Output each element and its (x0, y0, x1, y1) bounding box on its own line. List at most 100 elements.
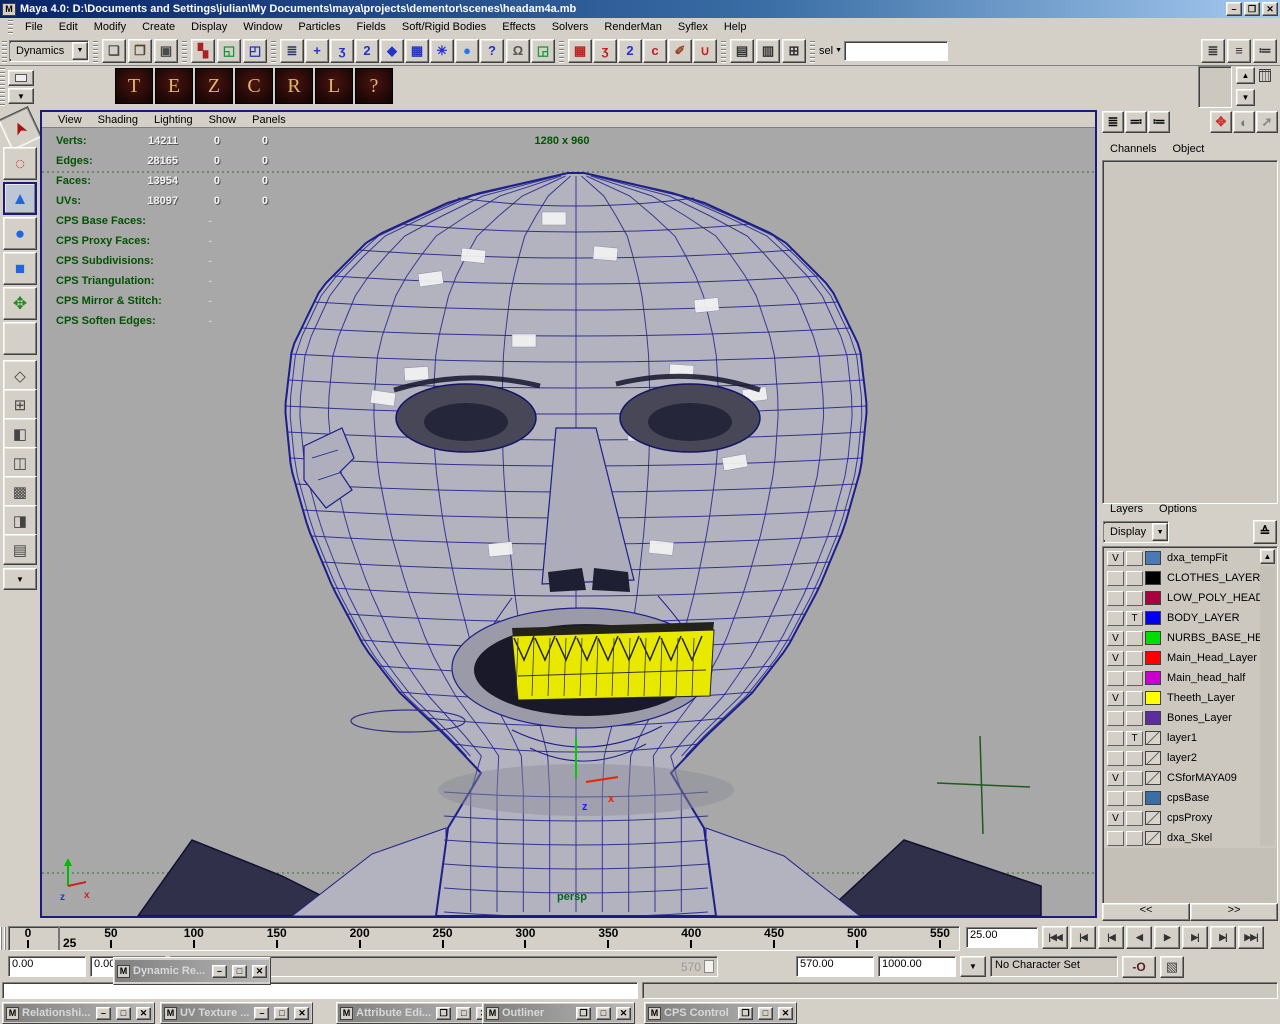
layer-visibility-toggle[interactable] (1107, 611, 1124, 626)
open-scene-icon[interactable]: ❒ (128, 39, 152, 63)
menu-item[interactable]: Help (716, 20, 755, 34)
shelf-scroll-up-button[interactable]: ▲ (1236, 67, 1255, 84)
layer-type-toggle[interactable] (1126, 671, 1143, 686)
character-set-field[interactable]: No Character Set (990, 956, 1118, 977)
set-key-icon[interactable]: -O (1122, 956, 1156, 978)
layer-row[interactable]: LOW_POLY_HEAD (1104, 588, 1276, 608)
menu-item[interactable]: RenderMan (596, 20, 669, 34)
panel-menu-item[interactable]: Show (201, 113, 245, 127)
magnet-icon[interactable]: ∪ (693, 39, 717, 63)
layer-type-toggle[interactable] (1126, 711, 1143, 726)
viewport-canvas[interactable]: xzzx 1280 x 960 Verts: 14211 0 0 Edges: … (42, 128, 1095, 916)
step-back-key-button[interactable]: |◀ (1098, 926, 1124, 949)
layer-name[interactable]: cpsBase (1163, 792, 1209, 804)
layer-color-swatch[interactable] (1145, 551, 1161, 565)
playback-end-field[interactable]: 570.00 (796, 956, 874, 977)
animation-start-field[interactable]: 0.00 (8, 956, 86, 977)
layout-single-pane-icon[interactable]: ◇ (3, 360, 37, 391)
shelf-button[interactable]: ? (355, 68, 393, 104)
layer-color-swatch[interactable] (1145, 631, 1161, 645)
step-forward-key-button[interactable]: ▶| (1182, 926, 1208, 949)
layer-visibility-toggle[interactable] (1107, 671, 1124, 686)
restore-button[interactable]: – (254, 1007, 269, 1020)
layer-row[interactable]: V cpsProxy (1104, 808, 1276, 828)
layer-type-toggle[interactable] (1126, 691, 1143, 706)
minimized-window-cps-control[interactable]: MCPS Control❐□✕ (644, 1002, 797, 1024)
panel-menu-item[interactable]: Lighting (146, 113, 201, 127)
layer-color-swatch[interactable] (1145, 791, 1161, 805)
layer-type-toggle[interactable] (1126, 751, 1143, 766)
channelbox-layout-1-icon[interactable]: ≣ (1102, 111, 1124, 133)
shelf-button[interactable]: R (275, 68, 313, 104)
menu-item[interactable]: File (17, 20, 51, 34)
toolbar-separator[interactable] (810, 39, 815, 63)
shelf-menu-button[interactable]: ▼ (8, 88, 34, 104)
paint-magnet-icon[interactable]: ✐ (668, 39, 692, 63)
select-component-icon[interactable]: ◰ (243, 39, 267, 63)
layer-visibility-toggle[interactable] (1107, 591, 1124, 606)
select-object-icon[interactable]: ◱ (217, 39, 241, 63)
make-live-icon[interactable]: ▦ (405, 39, 429, 63)
layer-type-toggle[interactable] (1126, 591, 1143, 606)
show-manipulator-tool-icon[interactable]: ✥ (3, 287, 37, 320)
character-set-dropdown-icon[interactable]: ▼ (960, 956, 986, 977)
layer-color-swatch[interactable] (1145, 591, 1161, 605)
menu-item[interactable]: Particles (290, 20, 348, 34)
show-channel-box-icon[interactable]: ≔ (1253, 39, 1277, 63)
toolbar-separator[interactable] (93, 39, 98, 63)
maximize-button[interactable]: □ (274, 1007, 289, 1020)
input-connections-icon[interactable]: ● (455, 39, 479, 63)
menu-item[interactable]: Soft/Rigid Bodies (394, 20, 494, 34)
layer-row[interactable]: layer2 (1104, 748, 1276, 768)
layer-row[interactable]: V CSforMAYA09 (1104, 768, 1276, 788)
window-title-bar[interactable]: M Maya 4.0: D:\Documents and Settings\ju… (0, 0, 1280, 18)
layer-row[interactable]: Bones_Layer (1104, 708, 1276, 728)
maximize-button[interactable]: □ (116, 1007, 131, 1020)
shelf-button[interactable]: Z (195, 68, 233, 104)
layer-type-toggle[interactable]: T (1126, 731, 1143, 746)
snap-align-icon[interactable]: ≣ (280, 39, 304, 63)
perspective-viewport[interactable]: ViewShadingLightingShowPanels xzzx 1280 … (40, 110, 1097, 918)
minimize-button[interactable]: – (212, 965, 227, 978)
move-tool-icon[interactable]: ▲ (3, 182, 37, 215)
layer-row[interactable]: Main_head_half (1104, 668, 1276, 688)
panel-menu-item[interactable]: View (50, 113, 90, 127)
layer-row[interactable]: V NURBS_BASE_HE. (1104, 628, 1276, 648)
snap-point-icon[interactable]: 2 (355, 39, 379, 63)
show-attribute-editor-icon[interactable]: ≣ (1201, 39, 1225, 63)
menu-set-selector[interactable]: Dynamics ▼ (9, 40, 89, 62)
chevron-down-icon[interactable]: ▼ (72, 42, 88, 60)
layer-visibility-toggle[interactable] (1107, 571, 1124, 586)
layout-persp-graph-icon[interactable]: ◫ (3, 447, 37, 478)
layer-name[interactable]: cpsProxy (1163, 812, 1212, 824)
current-frame-marker[interactable] (58, 927, 60, 950)
layer-visibility-toggle[interactable]: V (1107, 651, 1124, 666)
close-button[interactable]: ✕ (294, 1007, 309, 1020)
auto-key-icon[interactable]: ▧ (1160, 956, 1184, 978)
c-dot-icon[interactable]: c (643, 39, 667, 63)
layer-mode-selector[interactable]: Display ▼ (1103, 521, 1169, 543)
arrow-manipulator-icon[interactable]: ➚ (1256, 111, 1278, 133)
layer-color-swatch[interactable] (1145, 731, 1161, 745)
close-button[interactable]: ✕ (252, 965, 267, 978)
render-globals-icon[interactable]: ⊞ (782, 39, 806, 63)
layer-visibility-toggle[interactable]: V (1107, 631, 1124, 646)
range-bar-handle[interactable] (704, 960, 714, 973)
layer-type-toggle[interactable] (1126, 791, 1143, 806)
minimized-window-uv-texture-[interactable]: MUV Texture ...–□✕ (160, 1002, 313, 1024)
panel-menu-item[interactable]: Panels (244, 113, 294, 127)
layer-menu-item[interactable]: Layers (1102, 502, 1151, 518)
panel-menu-item[interactable]: Shading (90, 113, 146, 127)
layer-name[interactable]: layer1 (1163, 732, 1197, 744)
layer-color-swatch[interactable] (1145, 771, 1161, 785)
dynamic-relationships-window[interactable]: M Dynamic Re... – □ ✕ (113, 957, 271, 985)
layout-outliner-persp-icon[interactable]: ◧ (3, 418, 37, 449)
snap-sparkle-icon[interactable]: ✳ (430, 39, 454, 63)
layer-name[interactable]: Theeth_Layer (1163, 692, 1235, 704)
layer-menu-item[interactable]: Options (1151, 502, 1205, 518)
restore-button[interactable]: ❐ (576, 1007, 591, 1020)
layer-row[interactable]: V Main_Head_Layer (1104, 648, 1276, 668)
layer-name[interactable]: Bones_Layer (1163, 712, 1232, 724)
layer-scrollbar[interactable] (1260, 566, 1275, 846)
layer-type-toggle[interactable] (1126, 631, 1143, 646)
